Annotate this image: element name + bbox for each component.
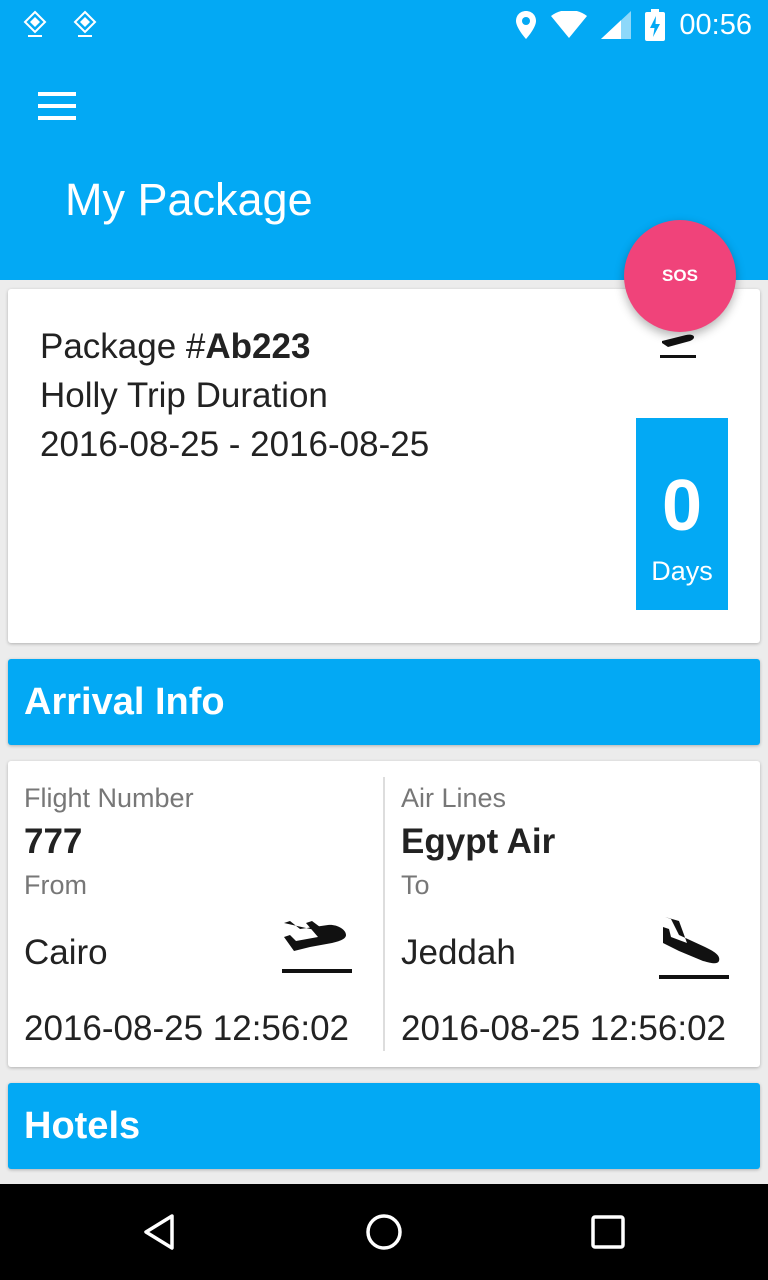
days-label: Days bbox=[651, 556, 713, 586]
flight-land-icon bbox=[659, 917, 729, 979]
to-datetime: 2016-08-25 12:56:02 bbox=[401, 1009, 726, 1048]
days-count: 0 bbox=[661, 466, 703, 546]
location-icon bbox=[516, 11, 537, 39]
battery-charging-icon bbox=[645, 9, 666, 41]
arrival-info-title: Arrival Info bbox=[24, 681, 225, 723]
hamburger-menu-icon[interactable] bbox=[22, 80, 90, 132]
trip-duration-label: Holly Trip Duration bbox=[40, 376, 328, 415]
airlines-label: Air Lines bbox=[401, 783, 507, 813]
navigation-bar bbox=[0, 1184, 768, 1280]
status-time: 00:56 bbox=[679, 8, 752, 41]
flight-number-value: 777 bbox=[24, 822, 83, 861]
airline-value: Egypt Air bbox=[401, 822, 556, 861]
package-id-prefix: Package # bbox=[40, 327, 206, 366]
flight-takeoff-icon bbox=[282, 921, 352, 973]
trip-date-range: 2016-08-25 - 2016-08-25 bbox=[40, 425, 430, 464]
app-notification-icon bbox=[73, 10, 97, 37]
package-id-value: Ab223 bbox=[205, 327, 311, 366]
home-icon[interactable] bbox=[360, 1208, 408, 1256]
to-city: Jeddah bbox=[401, 933, 516, 972]
from-city: Cairo bbox=[24, 933, 108, 972]
flight-card: Flight Number 777 From Cairo 2016-08-25 … bbox=[8, 761, 760, 1067]
wifi-icon bbox=[551, 11, 588, 38]
page-title: My Package bbox=[65, 174, 313, 225]
signal-icon bbox=[601, 11, 632, 39]
arrival-info-header[interactable]: Arrival Info bbox=[8, 659, 760, 745]
package-card: Package #Ab223 Holly Trip Duration 2016-… bbox=[8, 289, 760, 643]
from-datetime: 2016-08-25 12:56:02 bbox=[24, 1009, 349, 1048]
flight-number-label: Flight Number bbox=[24, 783, 194, 813]
package-id: Package #Ab223 bbox=[40, 327, 310, 367]
recents-icon[interactable] bbox=[584, 1208, 632, 1256]
from-label: From bbox=[24, 870, 87, 900]
departure-column: Flight Number 777 From Cairo 2016-08-25 … bbox=[8, 761, 368, 1067]
status-bar: 00:56 bbox=[0, 0, 768, 50]
app-notification-icon bbox=[23, 10, 47, 37]
sos-button[interactable]: SOS bbox=[624, 220, 736, 332]
to-label: To bbox=[401, 870, 430, 900]
hotels-title: Hotels bbox=[24, 1105, 141, 1147]
back-icon[interactable] bbox=[136, 1208, 184, 1256]
arrival-column: Air Lines Egypt Air To Jeddah 2016-08-25… bbox=[385, 761, 745, 1067]
hotels-header[interactable]: Hotels bbox=[8, 1083, 760, 1169]
days-counter: 0 Days bbox=[636, 418, 728, 610]
